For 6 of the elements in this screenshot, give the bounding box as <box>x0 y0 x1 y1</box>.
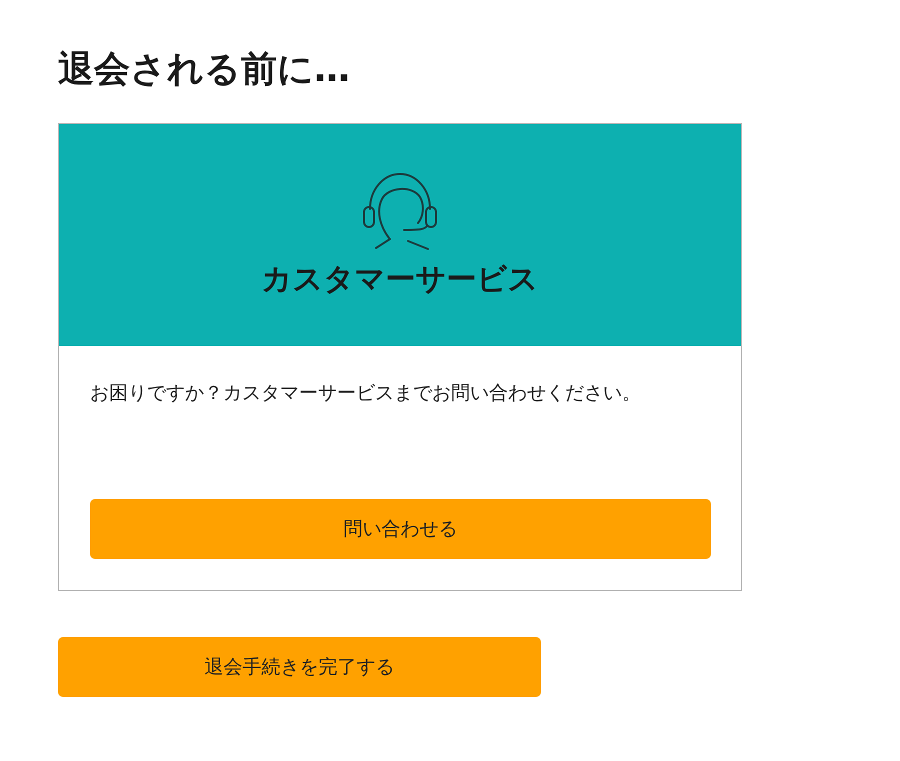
headset-icon <box>362 171 438 252</box>
complete-withdrawal-button[interactable]: 退会手続きを完了する <box>58 636 541 697</box>
help-message: お困りですか？カスタマーサービスまでお問い合わせください。 <box>90 381 642 406</box>
card-title: カスタマーサービス <box>262 261 538 300</box>
contact-button[interactable]: 問い合わせる <box>90 498 711 559</box>
page-title: 退会される前に… <box>58 48 351 92</box>
